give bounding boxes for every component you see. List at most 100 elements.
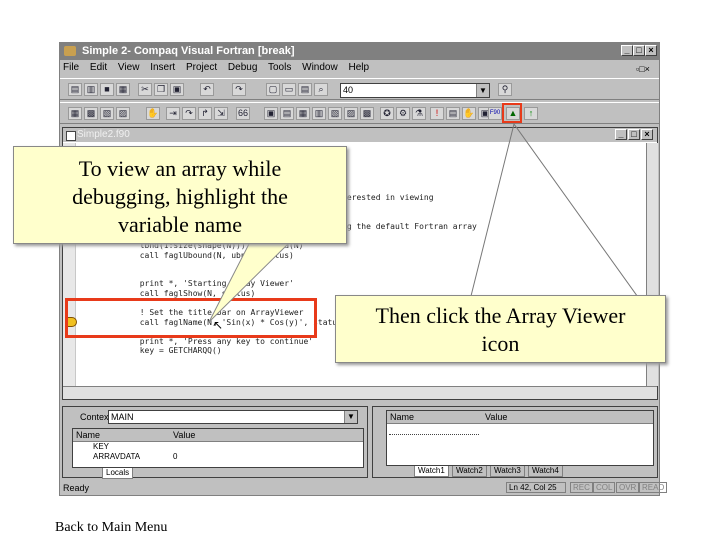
- minimize-icon[interactable]: _: [621, 45, 633, 56]
- workspace-icon[interactable]: ▢: [266, 83, 280, 96]
- icon-callout: Then click the Array Viewer icon: [335, 295, 666, 363]
- status-bar: Ready Ln 42, Col 25 REC COL OVR READ: [60, 481, 668, 495]
- exclaim-icon[interactable]: !: [430, 107, 444, 120]
- view-icon[interactable]: ▩: [360, 107, 374, 120]
- hand-icon[interactable]: ✋: [462, 107, 476, 120]
- maximize-icon[interactable]: □: [633, 45, 645, 56]
- watch-col-name: Name: [390, 412, 415, 422]
- table-row[interactable]: ARRAVDATA 0: [73, 452, 363, 462]
- tab-locals[interactable]: Locals: [102, 468, 134, 479]
- context-value: MAIN: [111, 412, 134, 422]
- registers-window-icon[interactable]: ▦: [296, 107, 310, 120]
- mouse-cursor-icon: ↖: [213, 318, 224, 332]
- wizard-icon[interactable]: ⚗: [412, 107, 426, 120]
- find-files-icon[interactable]: ⌕: [314, 83, 328, 96]
- title-bar[interactable]: Simple 2- Compaq Visual Fortran [break] …: [60, 43, 659, 60]
- output-icon[interactable]: ▭: [282, 83, 296, 96]
- step-into-icon[interactable]: ⇥: [166, 107, 180, 120]
- menu-window[interactable]: Window: [302, 62, 338, 73]
- breakpoint-icon[interactable]: ✋: [146, 107, 160, 120]
- step-over-icon[interactable]: ↷: [182, 107, 196, 120]
- locals-grid: Name Value KEY ARRAVDATA 0: [72, 428, 364, 468]
- watch-window-icon[interactable]: ▣: [264, 107, 278, 120]
- code-line[interactable]: [106, 260, 636, 270]
- tab-watch2[interactable]: Watch2: [452, 466, 487, 477]
- memory-window-icon[interactable]: ▥: [312, 107, 326, 120]
- redo-icon[interactable]: ↷: [232, 83, 246, 96]
- code-line[interactable]: call faglUbound(N, ubnd, status): [106, 251, 636, 261]
- highlight-callout-text: To view an array while debugging, highli…: [72, 156, 288, 237]
- editor-close-icon[interactable]: ×: [641, 129, 653, 140]
- editor-title-bar[interactable]: Simple2.f90 _ □ ×: [63, 128, 657, 142]
- new-file-icon[interactable]: ▤: [68, 83, 82, 96]
- debug-tools-icon[interactable]: ✪: [380, 107, 394, 120]
- status-text: Ready: [63, 483, 90, 493]
- undo-icon[interactable]: ↶: [200, 83, 214, 96]
- mdi-restore-icon[interactable]: ▫□×: [636, 64, 656, 75]
- call-stack-icon[interactable]: ▧: [328, 107, 342, 120]
- code-line[interactable]: print *, 'Starting Array Viewer': [106, 279, 636, 289]
- local-name: KEY: [93, 442, 110, 451]
- indicator-rec: REC: [570, 482, 593, 493]
- save-all-icon[interactable]: ▦: [116, 83, 130, 96]
- code-line[interactable]: [106, 270, 636, 280]
- open-icon[interactable]: ▥: [84, 83, 98, 96]
- context-combo[interactable]: MAIN ▼: [108, 410, 358, 424]
- watch-col-value: Value: [485, 412, 508, 422]
- tab-watch4[interactable]: Watch4: [528, 466, 563, 477]
- find-combo[interactable]: 40 ▼: [340, 83, 490, 98]
- menu-insert[interactable]: Insert: [150, 62, 175, 73]
- watch-grid: Name Value: [386, 410, 654, 466]
- paste-icon[interactable]: ▣: [170, 83, 184, 96]
- window-list-icon[interactable]: ▤: [298, 83, 312, 96]
- table-row[interactable]: KEY: [73, 442, 363, 452]
- locals-tab-strip: Locals: [72, 468, 364, 479]
- editor-minimize-icon[interactable]: _: [615, 129, 627, 140]
- standard-toolbar: ▤ ▥ ■ ▦ ✂ ❐ ▣ ↶ ↷ ▢ ▭ ▤ ⌕ 40 ▼ ⚲: [60, 78, 659, 100]
- watch-tab-strip: Watch1 Watch2 Watch3 Watch4: [386, 466, 654, 477]
- menu-view[interactable]: View: [118, 62, 140, 73]
- save-icon[interactable]: ■: [100, 83, 114, 96]
- locals-col-value: Value: [173, 430, 196, 440]
- watch-empty-row[interactable]: [389, 426, 479, 435]
- back-to-main-menu-link[interactable]: Back to Main Menu: [55, 520, 167, 536]
- menu-edit[interactable]: Edit: [90, 62, 107, 73]
- build-icon[interactable]: ▩: [84, 107, 98, 120]
- quickwatch-icon[interactable]: 66: [236, 107, 250, 120]
- stop-build-icon[interactable]: ▧: [100, 107, 114, 120]
- disassembly-icon[interactable]: ▨: [344, 107, 358, 120]
- menu-help[interactable]: Help: [348, 62, 369, 73]
- run-to-cursor-icon[interactable]: ⇲: [214, 107, 228, 120]
- icon-callout-text: Then click the Array Viewer icon: [375, 303, 626, 356]
- find-combo-value: 40: [343, 85, 354, 95]
- cut-icon[interactable]: ✂: [138, 83, 152, 96]
- build-config-icon[interactable]: ⚙: [396, 107, 410, 120]
- close-icon[interactable]: ×: [645, 45, 657, 56]
- editor-maximize-icon[interactable]: □: [628, 129, 640, 140]
- editor-horizontal-scrollbar[interactable]: [63, 386, 657, 399]
- variables-window-icon[interactable]: ▤: [280, 107, 294, 120]
- cursor-position: Ln 42, Col 25: [506, 482, 566, 493]
- find-in-files-icon[interactable]: ⚲: [498, 83, 512, 96]
- copy-icon[interactable]: ❐: [154, 83, 168, 96]
- local-value: 0: [173, 452, 178, 461]
- tab-watch3[interactable]: Watch3: [490, 466, 525, 477]
- menu-debug[interactable]: Debug: [228, 62, 257, 73]
- local-name: ARRAVDATA: [93, 452, 141, 461]
- menu-project[interactable]: Project: [186, 62, 217, 73]
- indicator-ovr: OVR: [616, 482, 640, 493]
- locals-header: Name Value: [73, 429, 363, 442]
- menu-tools[interactable]: Tools: [268, 62, 291, 73]
- chevron-down-icon[interactable]: ▼: [476, 84, 489, 97]
- execute-icon[interactable]: ▨: [116, 107, 130, 120]
- class-view-icon[interactable]: ▤: [446, 107, 460, 120]
- app-icon: [64, 46, 76, 56]
- step-out-icon[interactable]: ↱: [198, 107, 212, 120]
- menu-file[interactable]: File: [63, 62, 79, 73]
- highlight-callout: To view an array while debugging, highli…: [13, 146, 347, 244]
- compile-icon[interactable]: ▦: [68, 107, 82, 120]
- fortran-icon[interactable]: F90: [488, 107, 502, 120]
- tab-watch1[interactable]: Watch1: [414, 466, 449, 477]
- context-chevron-icon[interactable]: ▼: [344, 411, 357, 423]
- arrow-icon[interactable]: ↑: [524, 107, 538, 120]
